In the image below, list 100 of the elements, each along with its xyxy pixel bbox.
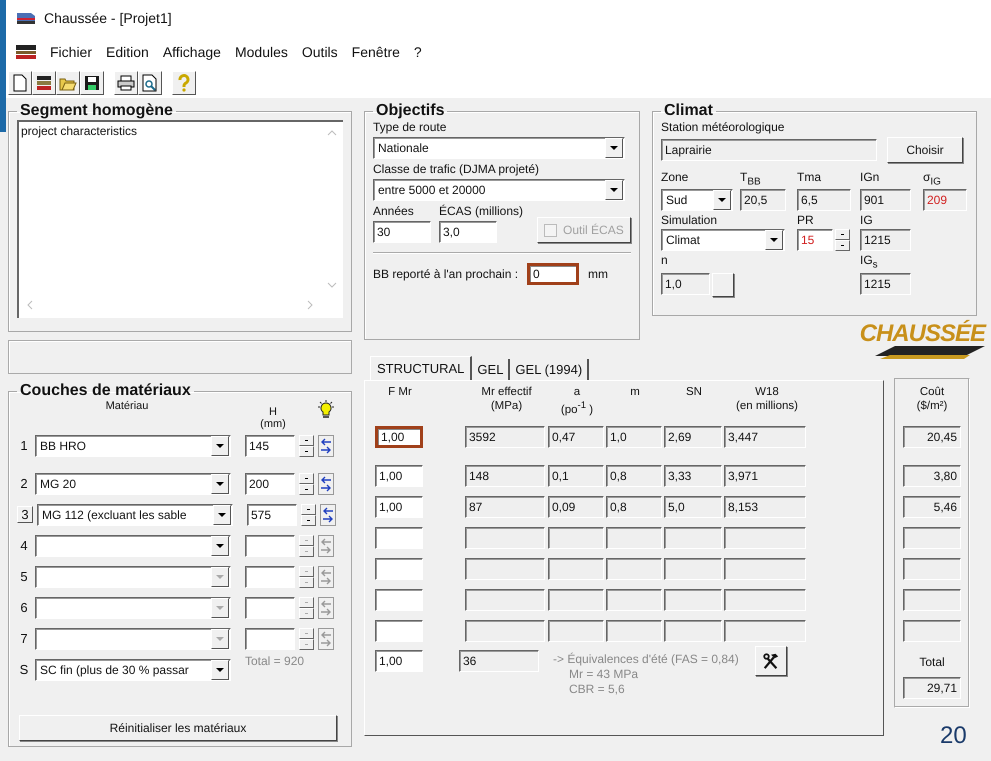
print-preview-icon[interactable] [138, 71, 162, 95]
modulus-factor-field[interactable] [375, 588, 423, 610]
app-icon [16, 10, 36, 26]
tab[interactable]: GEL (1994) [510, 359, 590, 380]
height-field[interactable] [245, 534, 295, 556]
menu-item[interactable]: Affichage [162, 44, 221, 60]
swap-arrows-icon[interactable] [318, 472, 334, 494]
total-label: Total [919, 654, 945, 668]
column-header: a (po$^{-1}$ ) [560, 385, 594, 417]
table-cell: 36 [459, 650, 539, 672]
layer-number: 7 [19, 631, 29, 646]
layer-number: S [18, 662, 30, 677]
road-type-dropdown[interactable]: Nationale [373, 137, 625, 159]
table-cell: 3592 [465, 426, 545, 448]
tab[interactable]: GEL [472, 359, 510, 380]
traffic-class-dropdown[interactable]: entre 5000 et 20000 [373, 179, 625, 201]
spin-button[interactable] [299, 534, 314, 556]
spin-button[interactable] [299, 434, 314, 456]
spin-button[interactable] [301, 504, 316, 526]
menu-item[interactable]: Fichier [50, 44, 92, 60]
station-field: Laprairie [661, 139, 877, 161]
sigma-field: 209 [923, 189, 967, 212]
menu-item[interactable]: Fenêtre [352, 44, 400, 60]
field-label: ÉCAS (millions) [439, 204, 524, 218]
layer-number: 2 [19, 476, 29, 491]
spin-button[interactable] [299, 596, 314, 618]
spin-button[interactable] [299, 472, 314, 494]
menu-item[interactable]: Modules [234, 44, 288, 60]
caret-icon [216, 636, 224, 640]
material-dropdown[interactable] [35, 566, 231, 588]
height-field[interactable] [245, 566, 295, 588]
field-label: PR [797, 213, 815, 228]
material-dropdown[interactable] [35, 628, 231, 650]
hammer-wrench-icon [762, 652, 780, 670]
modulus-factor-field[interactable] [375, 526, 423, 548]
layer-number: 6 [19, 600, 29, 615]
height-field[interactable]: 575 [247, 504, 297, 526]
table-cell: 3,33 [664, 464, 722, 486]
ecas-field[interactable]: 3,0 [439, 221, 497, 243]
material-dropdown[interactable] [35, 534, 231, 556]
caret-icon [216, 574, 224, 578]
height-field[interactable]: 200 [245, 472, 295, 494]
table-cell [548, 620, 604, 642]
menu-item[interactable]: Edition [106, 44, 149, 60]
tma-field: 6,5 [797, 189, 851, 212]
simulation-dropdown[interactable]: Climat [661, 229, 785, 252]
tab[interactable]: STRUCTURAL [370, 356, 472, 380]
modulus-factor-field[interactable]: 1,00 [375, 496, 423, 518]
material-dropdown[interactable]: SC fin (plus de 30 % passar [35, 658, 231, 680]
menu-item[interactable]: ? [414, 44, 422, 60]
light-bulb-icon[interactable] [317, 400, 335, 420]
field-label: T$_{BB}$ [740, 170, 762, 188]
material-dropdown[interactable]: BB HRO [35, 434, 231, 456]
spin-button[interactable] [299, 566, 314, 588]
material-dropdown[interactable]: MG 112 (excluant les sable [37, 504, 233, 526]
height-field[interactable]: 145 [245, 434, 295, 456]
tools-button[interactable] [754, 646, 787, 676]
modulus-factor-field[interactable] [375, 558, 423, 580]
field-label: BB reporté à l'an prochain : [373, 267, 518, 281]
layer-number[interactable]: 3 [17, 506, 33, 523]
spin-button[interactable] [835, 229, 850, 252]
swap-arrows-icon[interactable] [320, 504, 336, 526]
table-cell: 0,8 [606, 496, 662, 518]
material-dropdown[interactable]: MG 20 [35, 472, 231, 494]
modulus-factor-field[interactable] [375, 620, 423, 642]
height-field[interactable] [245, 596, 295, 618]
column-header: W18 (en millions) [735, 385, 799, 413]
field-label: Station météorologique [661, 120, 786, 134]
choose-button[interactable]: Choisir [887, 137, 963, 163]
save-icon[interactable] [80, 71, 104, 95]
column-header: m [629, 385, 641, 399]
zone-dropdown[interactable]: Sud [661, 189, 733, 212]
table-cell [548, 588, 604, 610]
printer-icon[interactable] [114, 71, 138, 95]
modulus-factor-field[interactable]: 1,00 [375, 426, 423, 448]
pr-field[interactable]: 15 [797, 229, 833, 252]
caret-icon [216, 606, 224, 610]
field-label: Tma [797, 170, 822, 186]
material-dropdown[interactable] [35, 596, 231, 618]
table-cell [606, 526, 662, 548]
help-icon[interactable] [172, 71, 196, 95]
layers-icon[interactable] [32, 71, 56, 95]
swap-arrows-icon[interactable] [318, 434, 334, 456]
total-cost-field: 29,71 [903, 677, 961, 699]
modulus-factor-field[interactable]: 1,00 [375, 650, 423, 672]
new-document-icon[interactable] [8, 71, 32, 95]
years-field[interactable]: 30 [373, 221, 431, 243]
reset-button[interactable]: Réinitialiser les matériaux [19, 715, 337, 741]
menu-item[interactable]: Outils [302, 44, 338, 60]
carryover-field[interactable]: 0 [527, 263, 580, 285]
blank-button[interactable] [712, 272, 734, 297]
table-cell: 3,971 [724, 464, 806, 486]
spin-button[interactable] [299, 628, 314, 650]
height-field[interactable] [245, 628, 295, 650]
caret-icon [216, 482, 224, 486]
note-text: CBR = 5,6 [569, 682, 626, 697]
modulus-factor-field[interactable]: 1,00 [375, 464, 423, 486]
table-cell: 87 [465, 496, 545, 518]
table-cell: 2,69 [664, 426, 722, 448]
open-folder-icon[interactable] [56, 71, 80, 95]
